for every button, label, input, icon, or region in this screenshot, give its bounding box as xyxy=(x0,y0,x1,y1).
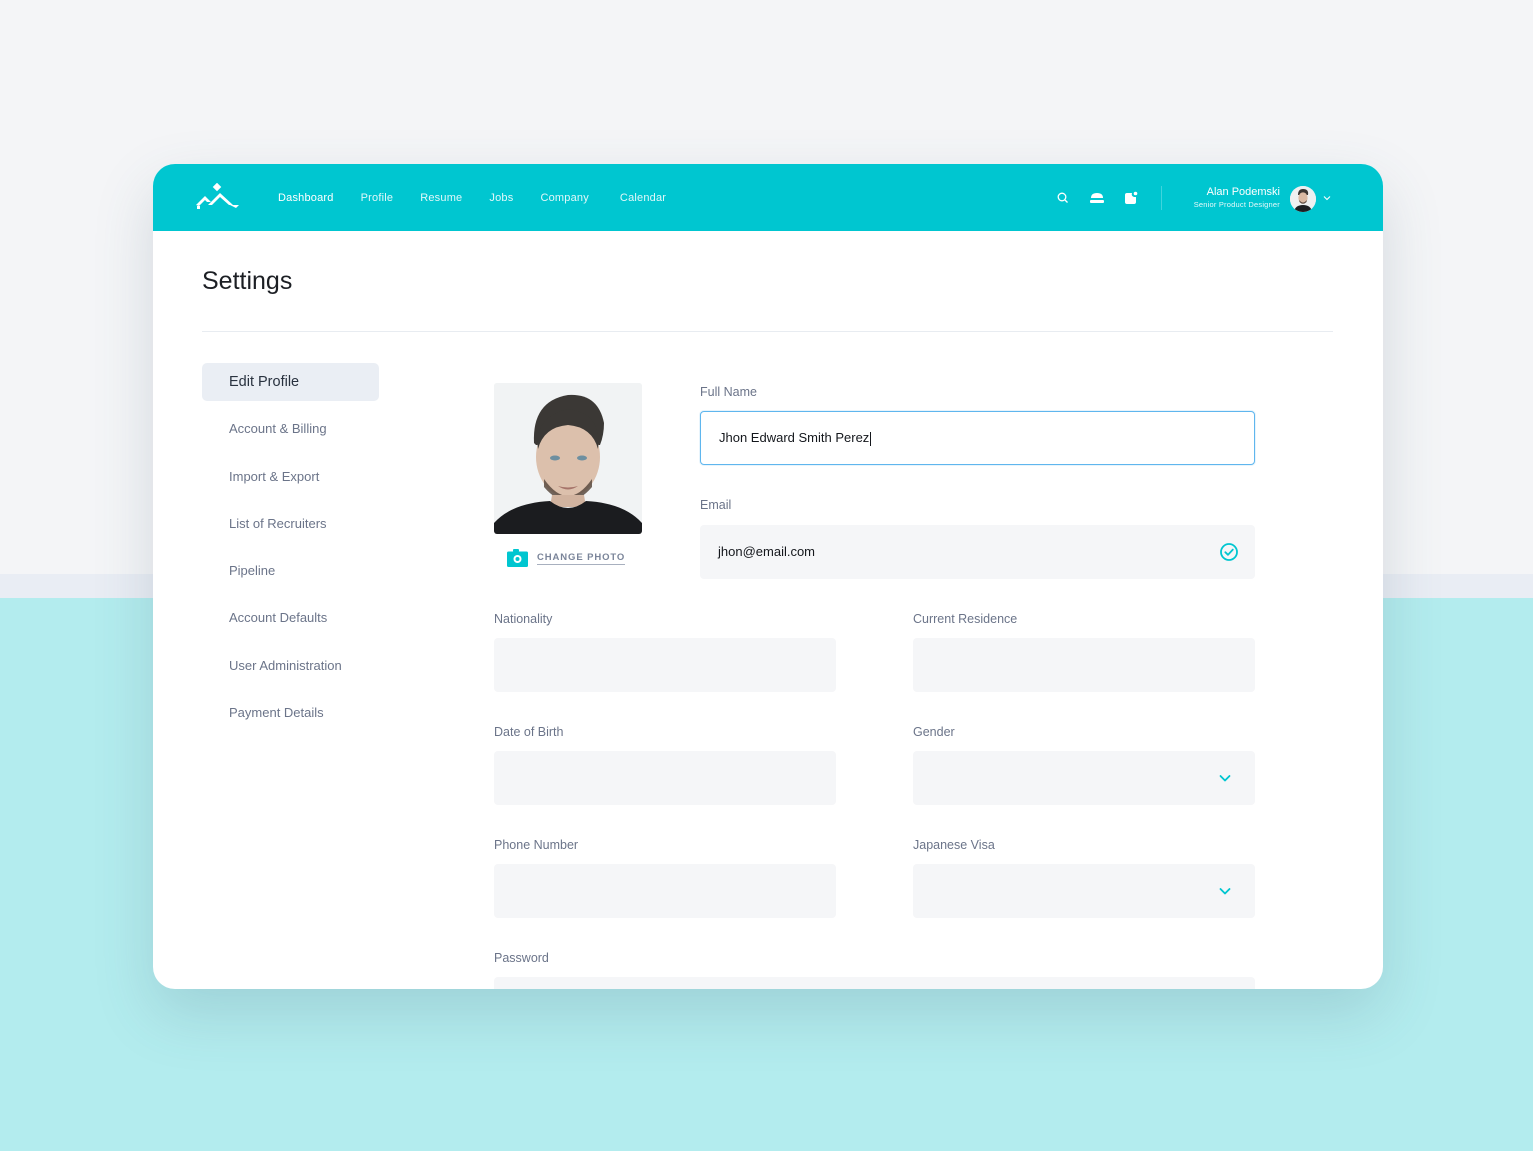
settings-sidebar: Edit Profile Account & Billing Import & … xyxy=(202,363,379,741)
sidebar-item-pipeline[interactable]: Pipeline xyxy=(202,552,379,590)
profile-photo-image xyxy=(494,383,642,534)
sidebar-item-payment-details[interactable]: Payment Details xyxy=(202,694,379,732)
header-actions xyxy=(1053,164,1155,231)
current-residence-label: Current Residence xyxy=(913,612,1018,626)
mountain-logo-icon[interactable] xyxy=(195,183,243,211)
app-window: Dashboard Profile Resume Jobs Company Ca… xyxy=(153,164,1383,989)
inbox-button[interactable] xyxy=(1087,188,1107,208)
email-value: jhon@email.com xyxy=(718,544,816,559)
date-of-birth-label: Date of Birth xyxy=(494,725,564,739)
user-role: Senior Product Designer xyxy=(1193,200,1280,209)
nav-calendar[interactable]: Calendar xyxy=(620,192,666,204)
check-circle-icon xyxy=(1220,543,1238,561)
search-icon xyxy=(1057,192,1068,203)
email-label: Email xyxy=(700,498,732,512)
gender-select[interactable] xyxy=(913,751,1255,805)
chevron-down-icon xyxy=(1219,775,1231,782)
sidebar-item-list-of-recruiters[interactable]: List of Recruiters xyxy=(202,505,379,543)
password-input[interactable] xyxy=(494,977,1255,989)
sidebar-item-account-billing[interactable]: Account & Billing xyxy=(202,410,379,448)
notifications-button[interactable] xyxy=(1121,188,1141,208)
inbox-icon xyxy=(1090,192,1104,203)
japanese-visa-label: Japanese Visa xyxy=(913,838,995,852)
camera-icon xyxy=(507,549,528,567)
nav-jobs[interactable]: Jobs xyxy=(489,192,513,204)
sidebar-item-user-administration[interactable]: User Administration xyxy=(202,647,379,685)
full-name-value: Jhon Edward Smith Perez xyxy=(719,430,870,445)
top-navbar: Dashboard Profile Resume Jobs Company Ca… xyxy=(153,164,1383,231)
header-divider xyxy=(1161,186,1162,210)
nav-resume[interactable]: Resume xyxy=(420,192,462,204)
sidebar-item-account-defaults[interactable]: Account Defaults xyxy=(202,599,379,637)
chevron-down-icon[interactable] xyxy=(1322,193,1332,203)
full-name-label: Full Name xyxy=(700,385,757,399)
gender-label: Gender xyxy=(913,725,955,739)
text-cursor xyxy=(870,431,872,446)
title-divider xyxy=(202,331,1333,332)
phone-number-input[interactable] xyxy=(494,864,836,918)
email-input[interactable]: jhon@email.com xyxy=(700,525,1255,579)
phone-number-label: Phone Number xyxy=(494,838,579,852)
nav-profile[interactable]: Profile xyxy=(361,192,394,204)
change-photo-label: CHANGE PHOTO xyxy=(537,551,626,565)
notification-icon xyxy=(1125,191,1138,204)
page-title: Settings xyxy=(202,267,293,295)
nav-company[interactable]: Company xyxy=(540,192,588,204)
nationality-input[interactable] xyxy=(494,638,836,692)
profile-photo xyxy=(494,383,642,534)
nav-dashboard[interactable]: Dashboard xyxy=(278,192,334,204)
japanese-visa-select[interactable] xyxy=(913,864,1255,918)
nationality-label: Nationality xyxy=(494,612,553,626)
main-nav: Dashboard Profile Resume Jobs Company Ca… xyxy=(278,164,693,231)
date-of-birth-input[interactable] xyxy=(494,751,836,805)
search-button[interactable] xyxy=(1053,188,1073,208)
sidebar-item-edit-profile[interactable]: Edit Profile xyxy=(202,363,379,401)
current-residence-input[interactable] xyxy=(913,638,1255,692)
change-photo-button[interactable]: CHANGE PHOTO xyxy=(507,549,626,567)
avatar-image xyxy=(1290,186,1316,212)
sidebar-item-import-export[interactable]: Import & Export xyxy=(202,458,379,496)
full-name-input[interactable]: Jhon Edward Smith Perez xyxy=(700,411,1255,465)
user-avatar[interactable] xyxy=(1290,186,1316,212)
user-info[interactable]: Alan Podemski Senior Product Designer xyxy=(1194,186,1280,210)
chevron-down-icon xyxy=(1219,888,1231,895)
password-label: Password xyxy=(494,951,549,965)
user-name: Alan Podemski xyxy=(1206,186,1280,198)
